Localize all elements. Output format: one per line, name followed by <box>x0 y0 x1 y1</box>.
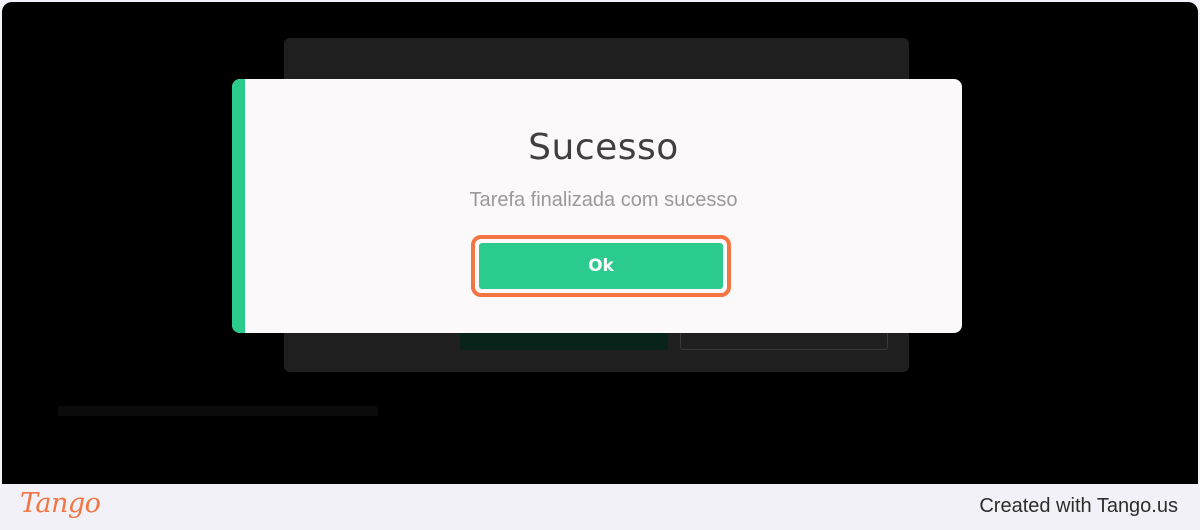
ok-button-highlight: Ok <box>471 235 731 297</box>
ok-button[interactable]: Ok <box>479 243 723 289</box>
tango-footer: Tango Created with Tango.us <box>0 484 1200 530</box>
created-with-credit: Created with Tango.us <box>979 495 1178 517</box>
success-modal: Sucesso Tarefa finalizada com sucesso Ok <box>232 79 962 333</box>
modal-title: Sucesso <box>528 127 679 168</box>
modal-accent-bar <box>232 79 245 333</box>
modal-message: Tarefa finalizada com sucesso <box>469 189 738 211</box>
app-screen: Sucesso Tarefa finalizada com sucesso Ok <box>2 2 1198 484</box>
tango-logo: Tango <box>20 488 101 519</box>
background-text <box>58 406 378 416</box>
